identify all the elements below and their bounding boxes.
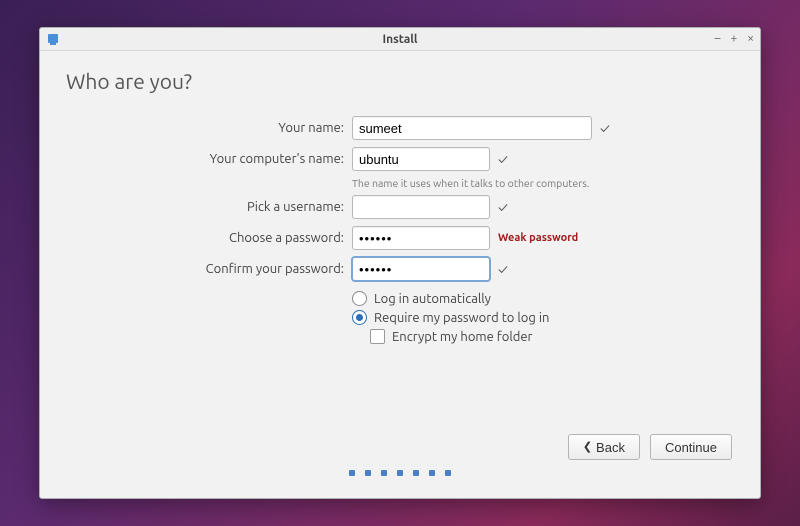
check-icon: ✓ bbox=[498, 152, 508, 166]
login-require-radio[interactable] bbox=[352, 310, 367, 325]
username-input[interactable] bbox=[352, 195, 490, 219]
encrypt-home-label: Encrypt my home folder bbox=[392, 330, 532, 344]
confirm-password-label: Confirm your password: bbox=[66, 262, 352, 276]
user-form: Your name: ✓ Your computer's name: ✓ The… bbox=[66, 115, 734, 428]
name-label: Your name: bbox=[66, 121, 352, 135]
progress-dot bbox=[365, 470, 371, 476]
progress-dot bbox=[381, 470, 387, 476]
check-icon: ✓ bbox=[600, 121, 610, 135]
login-require-label: Require my password to log in bbox=[374, 311, 549, 325]
password-input[interactable] bbox=[352, 226, 490, 250]
progress-dot bbox=[445, 470, 451, 476]
login-auto-radio[interactable] bbox=[352, 291, 367, 306]
page-title: Who are you? bbox=[66, 69, 734, 93]
installer-window: Install – + × Who are you? Your name: ✓ … bbox=[39, 27, 761, 499]
close-button[interactable]: × bbox=[747, 33, 754, 45]
confirm-password-input[interactable] bbox=[352, 257, 490, 281]
password-label: Choose a password: bbox=[66, 231, 352, 245]
encrypt-home-checkbox[interactable] bbox=[370, 329, 385, 344]
titlebar: Install – + × bbox=[40, 28, 760, 51]
window-title: Install bbox=[40, 33, 760, 46]
name-input[interactable] bbox=[352, 116, 592, 140]
chevron-left-icon: ❮ bbox=[583, 442, 592, 453]
check-icon: ✓ bbox=[498, 262, 508, 276]
continue-button[interactable]: Continue bbox=[650, 434, 732, 460]
continue-button-label: Continue bbox=[665, 440, 717, 455]
progress-dot bbox=[413, 470, 419, 476]
username-label: Pick a username: bbox=[66, 200, 352, 214]
progress-indicator bbox=[66, 462, 734, 486]
app-icon bbox=[46, 32, 60, 46]
computer-name-input[interactable] bbox=[352, 147, 490, 171]
computer-name-label: Your computer's name: bbox=[66, 152, 352, 166]
login-auto-label: Log in automatically bbox=[374, 292, 491, 306]
progress-dot bbox=[397, 470, 403, 476]
password-strength: Weak password bbox=[498, 232, 578, 244]
progress-dot bbox=[429, 470, 435, 476]
check-icon: ✓ bbox=[498, 200, 508, 214]
progress-dot bbox=[349, 470, 355, 476]
back-button[interactable]: ❮ Back bbox=[568, 434, 640, 460]
maximize-button[interactable]: + bbox=[730, 33, 737, 45]
computer-name-help: The name it uses when it talks to other … bbox=[352, 177, 734, 189]
minimize-button[interactable]: – bbox=[714, 33, 720, 45]
back-button-label: Back bbox=[596, 440, 625, 455]
